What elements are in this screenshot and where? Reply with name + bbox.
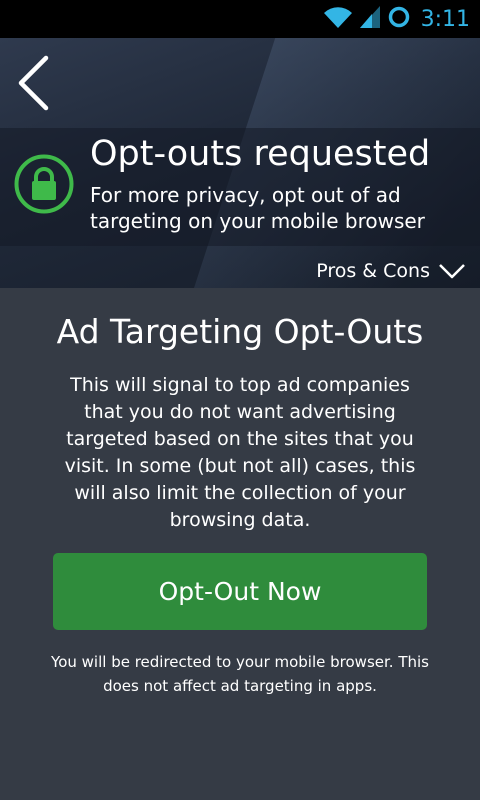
pros-cons-label: Pros & Cons [316,260,430,282]
section-description: This will signal to top ad companies tha… [64,374,416,531]
sync-ring-icon [387,5,411,33]
status-icons: 3:11 [323,0,470,38]
opt-out-now-button[interactable]: Opt-Out Now [53,553,427,630]
header-title: Opt-outs requested [90,134,431,174]
chevron-down-icon [439,264,465,279]
section-title: Ad Targeting Opt-Outs [56,312,424,351]
redirect-footnote: You will be redirected to your mobile br… [51,653,429,695]
pros-cons-toggle[interactable]: Pros & Cons [316,260,466,282]
main-content: Ad Targeting Opt-Outs This will signal t… [0,288,480,800]
lock-icon [14,154,74,214]
status-bar: 3:11 [0,0,480,38]
wifi-icon [323,5,353,33]
signal-icon [359,5,381,33]
back-button[interactable] [8,52,58,114]
clock: 3:11 [420,6,470,32]
header-subtitle: For more privacy, opt out of ad targetin… [90,183,425,233]
header: Opt-outs requested For more privacy, opt… [0,38,480,288]
back-chevron-icon [18,55,49,111]
lock-status-indicator [14,154,74,214]
